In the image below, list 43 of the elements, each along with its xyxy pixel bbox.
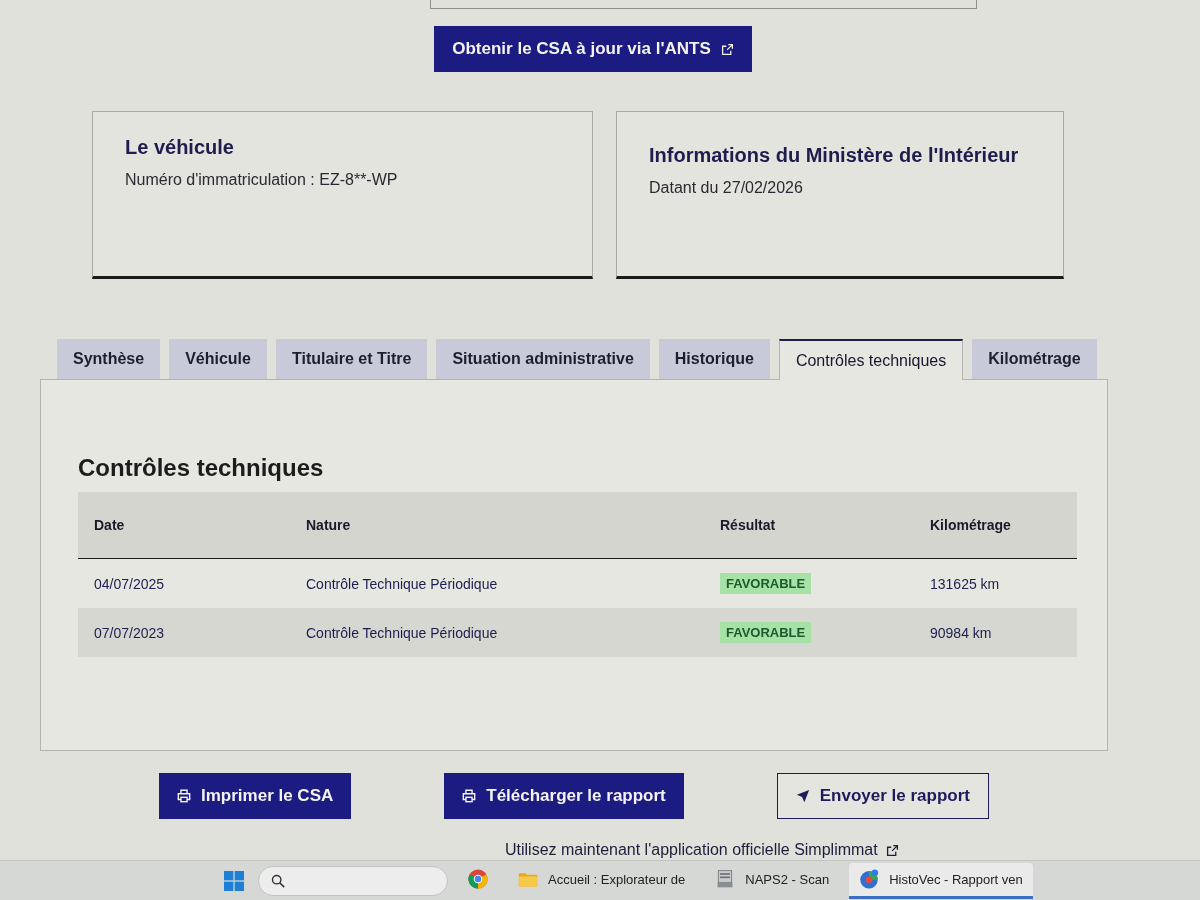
ants-link-button[interactable]: Obtenir le CSA à jour via l'ANTS [434, 26, 752, 72]
four-squares-icon [224, 870, 244, 891]
taskbar-app[interactable]: HistoVec - Rapport ven [849, 862, 1033, 899]
column-header: Nature [290, 492, 704, 559]
tab[interactable]: Historique [658, 339, 770, 379]
table-cell: Contrôle Technique Périodique [290, 558, 704, 608]
search-field[interactable] [258, 865, 448, 896]
printer-icon [177, 789, 191, 803]
column-header: Kilométrage [914, 492, 1077, 559]
table-cell: 04/07/2025 [78, 558, 290, 608]
action-button[interactable]: Envoyer le rapport [776, 773, 989, 819]
round-logo-icon [859, 869, 880, 889]
round-logo-icon [468, 869, 488, 889]
card-text: Datant du 27/02/2026 [649, 179, 804, 197]
action-button[interactable]: Imprimer le CSA [159, 773, 352, 819]
app-link[interactable]: Utilisez maintenant l'application officielle Simplimmat [505, 841, 899, 859]
search-icon [271, 873, 285, 888]
tab[interactable]: Contrôles techniques [778, 339, 964, 380]
tab[interactable]: Véhicule [169, 339, 267, 379]
tab[interactable]: Kilométrage [972, 339, 1097, 379]
taskbar-app[interactable]: NAPS2 - Scan [705, 862, 840, 899]
external-link-icon [885, 843, 899, 857]
action-button[interactable]: Télécharger le rapport [444, 773, 684, 819]
result-badge: FAVORABLE [720, 573, 812, 594]
taskbar-app[interactable]: Accueil : Explorateur de [508, 862, 696, 899]
table-cell: 90984 km [914, 608, 1077, 657]
column-header: Date [78, 492, 290, 559]
scanner-icon [715, 869, 736, 889]
card-text: Numéro d'immatriculation : EZ-8**-WP [125, 171, 399, 189]
tab[interactable]: Synthèse [57, 339, 161, 379]
tab[interactable]: Situation administrative [436, 339, 650, 379]
table-cell: 131625 km [914, 558, 1077, 608]
card-title: Le véhicule [125, 136, 235, 159]
external-link-icon [720, 42, 734, 56]
column-header: Résultat [704, 492, 914, 559]
printer-icon [462, 789, 477, 803]
table-cell: 07/07/2023 [78, 608, 290, 657]
result-badge: FAVORABLE [720, 622, 812, 643]
card-title: Informations du Ministère de l'Intérieur [649, 144, 1020, 167]
section-title: Contrôles techniques [78, 454, 325, 482]
table-cell: Contrôle Technique Périodique [290, 608, 704, 657]
paper-plane-icon [795, 789, 810, 803]
tab[interactable]: Titulaire et Titre [275, 339, 428, 379]
